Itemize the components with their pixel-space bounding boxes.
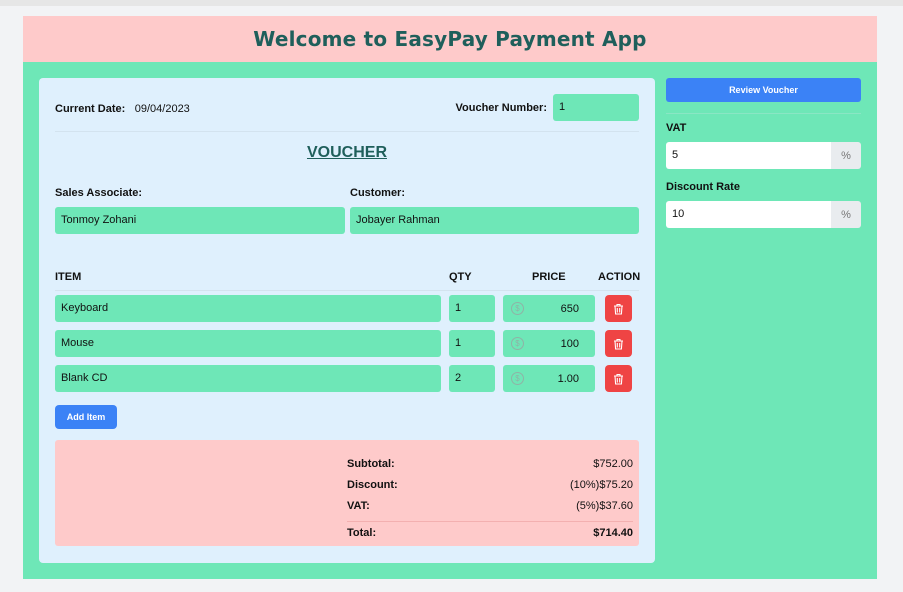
delete-button[interactable] — [605, 295, 632, 322]
subtotal-row: Subtotal: $752.00 — [347, 458, 633, 470]
item-input[interactable]: Mouse — [55, 330, 441, 357]
price-input[interactable]: $ 650 — [503, 295, 595, 322]
price-input[interactable]: $ 100 — [503, 330, 595, 357]
trash-icon — [614, 338, 623, 350]
total-label: Total: — [347, 527, 377, 539]
item-input[interactable]: Keyboard — [55, 295, 441, 322]
customer-label: Customer: — [350, 187, 406, 199]
voucher-title: VOUCHER — [306, 144, 387, 161]
customer-input[interactable]: Jobayer Rahman — [350, 207, 639, 234]
voucher-number-label: Voucher Number: — [455, 101, 547, 114]
voucher-card: Current Date: 09/04/2023 Voucher Number:… — [39, 78, 655, 563]
add-item-button[interactable]: Add Item — [55, 405, 117, 429]
column-header-action: ACTION — [598, 271, 641, 283]
percent-suffix: % — [831, 142, 861, 169]
table-header-divider — [55, 290, 639, 291]
column-header-qty: QTY — [449, 271, 472, 283]
current-date-label: Current Date: — [55, 102, 126, 115]
vat-rate-input[interactable]: 5 — [666, 142, 831, 169]
percent-suffix: % — [831, 201, 861, 228]
divider — [55, 131, 639, 132]
column-header-item: ITEM — [55, 271, 82, 283]
subtotal-value: $752.00 — [593, 458, 633, 470]
voucher-number-input[interactable]: 1 — [553, 94, 639, 121]
sidebar-divider — [666, 113, 861, 114]
qty-input[interactable]: 2 — [449, 365, 495, 392]
qty-input[interactable]: 1 — [449, 330, 495, 357]
app-container: Welcome to EasyPay Payment App Current D… — [23, 16, 877, 579]
discount-rate-label: Discount Rate — [666, 181, 740, 193]
discount-rate-input[interactable]: 10 — [666, 201, 831, 228]
subtotal-label: Subtotal: — [347, 458, 395, 470]
vat-row: VAT: (5%)$37.60 — [347, 500, 633, 512]
review-voucher-button[interactable]: Review Voucher — [666, 78, 861, 102]
total-value: $714.40 — [593, 527, 633, 539]
summary-panel: Subtotal: $752.00 Discount: (10%)$75.20 … — [55, 440, 639, 546]
discount-row: Discount: (10%)$75.20 — [347, 479, 633, 491]
vat-rate-label: VAT — [666, 122, 687, 134]
total-row: Total: $714.40 — [347, 527, 633, 539]
vat-value: (5%)$37.60 — [576, 500, 633, 512]
price-value: 100 — [560, 337, 579, 350]
sales-associate-input[interactable]: Tonmoy Zohani — [55, 207, 345, 234]
vat-rate-field: 5 % — [666, 142, 861, 169]
dollar-circle-icon: $ — [511, 372, 524, 385]
price-value: 650 — [560, 302, 579, 315]
summary-divider — [347, 521, 633, 522]
vat-label: VAT: — [347, 500, 370, 512]
item-input[interactable]: Blank CD — [55, 365, 441, 392]
dollar-circle-icon: $ — [511, 337, 524, 350]
delete-button[interactable] — [605, 330, 632, 357]
trash-icon — [614, 303, 623, 315]
price-value: 1.00 — [557, 372, 579, 385]
voucher-meta-row: Current Date: 09/04/2023 Voucher Number:… — [55, 94, 639, 121]
settings-sidebar: Review Voucher VAT 5 % Discount Rate 10 … — [666, 78, 861, 228]
discount-rate-field: 10 % — [666, 201, 861, 228]
price-input[interactable]: $ 1.00 — [503, 365, 595, 392]
delete-button[interactable] — [605, 365, 632, 392]
trash-icon — [614, 373, 623, 385]
app-header: Welcome to EasyPay Payment App — [23, 16, 877, 62]
discount-label: Discount: — [347, 479, 398, 491]
column-header-price: PRICE — [532, 271, 566, 283]
dollar-circle-icon: $ — [511, 302, 524, 315]
voucher-number: Voucher Number: 1 — [456, 94, 639, 121]
sales-associate-label: Sales Associate: — [55, 187, 143, 199]
browser-top-strip — [0, 0, 903, 6]
current-date: Current Date: 09/04/2023 — [55, 99, 190, 117]
current-date-value: 09/04/2023 — [134, 102, 190, 115]
app-title: Welcome to EasyPay Payment App — [253, 27, 647, 51]
discount-value: (10%)$75.20 — [570, 479, 633, 491]
qty-input[interactable]: 1 — [449, 295, 495, 322]
